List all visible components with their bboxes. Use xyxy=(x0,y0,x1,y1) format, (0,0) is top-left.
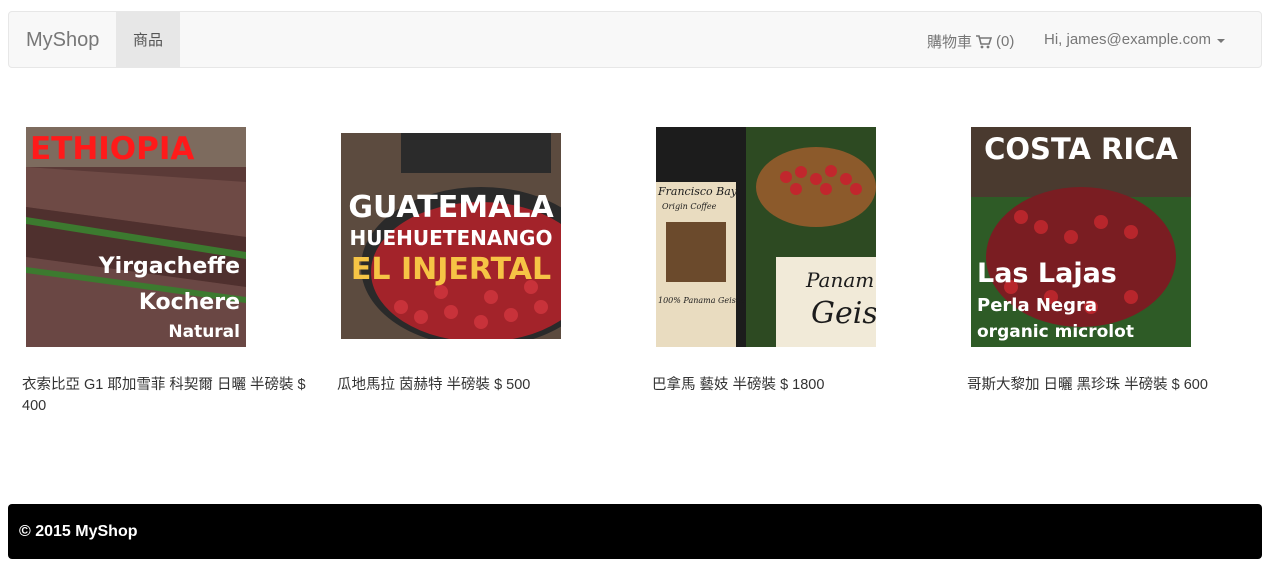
svg-text:100% Panama Geisha: 100% Panama Geisha xyxy=(658,296,746,305)
cart-count: (0) xyxy=(996,33,1015,50)
brand-link[interactable]: MyShop xyxy=(26,29,99,51)
product-caption[interactable]: 哥斯大黎加 日曬 黑珍珠 半磅裝 $ 600 xyxy=(967,375,1257,396)
footer-copyright: © 2015 MyShop xyxy=(19,522,138,540)
nav-item-products[interactable]: 商品 xyxy=(116,12,180,67)
product-image-ethiopia[interactable]: ETHIOPIA Yirgacheffe Kochere Natural xyxy=(26,127,246,347)
navbar: MyShop 商品 購物車 (0) Hi, james@example.com xyxy=(8,11,1262,68)
svg-text:organic microlot: organic microlot xyxy=(977,322,1134,342)
svg-text:Perla Negra: Perla Negra xyxy=(977,295,1097,316)
product-card[interactable]: COSTA RICA Las Lajas Perla Negra organic… xyxy=(967,127,1257,393)
nav-item-products-label: 商品 xyxy=(132,32,163,49)
svg-text:Francisco Bay: Francisco Bay xyxy=(657,185,738,198)
user-menu[interactable]: Hi, james@example.com xyxy=(1044,31,1225,48)
product-caption[interactable]: 瓜地馬拉 茵赫特 半磅裝 $ 500 xyxy=(337,375,627,396)
svg-text:COSTA RICA: COSTA RICA xyxy=(984,132,1178,166)
product-caption[interactable]: 衣索比亞 G1 耶加雪菲 科契爾 日曬 半磅裝 $ 400 xyxy=(22,375,312,417)
product-card[interactable]: Francisco Bay Origin Coffee 100% Panama … xyxy=(652,127,942,393)
user-greeting: Hi, james@example.com xyxy=(1044,31,1211,48)
ethiopia-title: ETHIOPIA xyxy=(30,131,194,167)
product-card[interactable]: ETHIOPIA Yirgacheffe Kochere Natural 衣索比… xyxy=(22,127,312,414)
cart-label: 購物車 xyxy=(927,34,973,51)
svg-text:Origin Coffee: Origin Coffee xyxy=(662,202,717,211)
product-image-guatemala[interactable]: GUATEMALA HUEHUETENANGO EL INJERTAL xyxy=(341,127,561,347)
dropdown-caret-icon xyxy=(1216,38,1225,43)
product-caption[interactable]: 巴拿馬 藝妓 半磅裝 $ 1800 xyxy=(652,375,942,396)
svg-text:EL INJERTAL: EL INJERTAL xyxy=(351,252,551,287)
svg-text:Geis: Geis xyxy=(811,296,876,331)
cart-link[interactable]: 購物車 (0) xyxy=(927,31,1014,52)
svg-text:Kochere: Kochere xyxy=(139,290,240,315)
product-card[interactable]: GUATEMALA HUEHUETENANGO EL INJERTAL 瓜地馬拉… xyxy=(337,127,627,393)
product-image-costa-rica[interactable]: COSTA RICA Las Lajas Perla Negra organic… xyxy=(971,127,1191,347)
svg-text:HUEHUETENANGO: HUEHUETENANGO xyxy=(350,226,553,250)
product-image-panama[interactable]: Francisco Bay Origin Coffee 100% Panama … xyxy=(656,127,876,347)
svg-text:Panam: Panam xyxy=(805,268,874,292)
footer: © 2015 MyShop xyxy=(8,504,1262,559)
svg-text:Las Lajas: Las Lajas xyxy=(977,258,1117,289)
cart-icon xyxy=(976,34,993,48)
svg-text:Natural: Natural xyxy=(168,322,240,342)
svg-text:GUATEMALA: GUATEMALA xyxy=(348,190,554,225)
svg-text:Yirgacheffe: Yirgacheffe xyxy=(98,254,240,279)
